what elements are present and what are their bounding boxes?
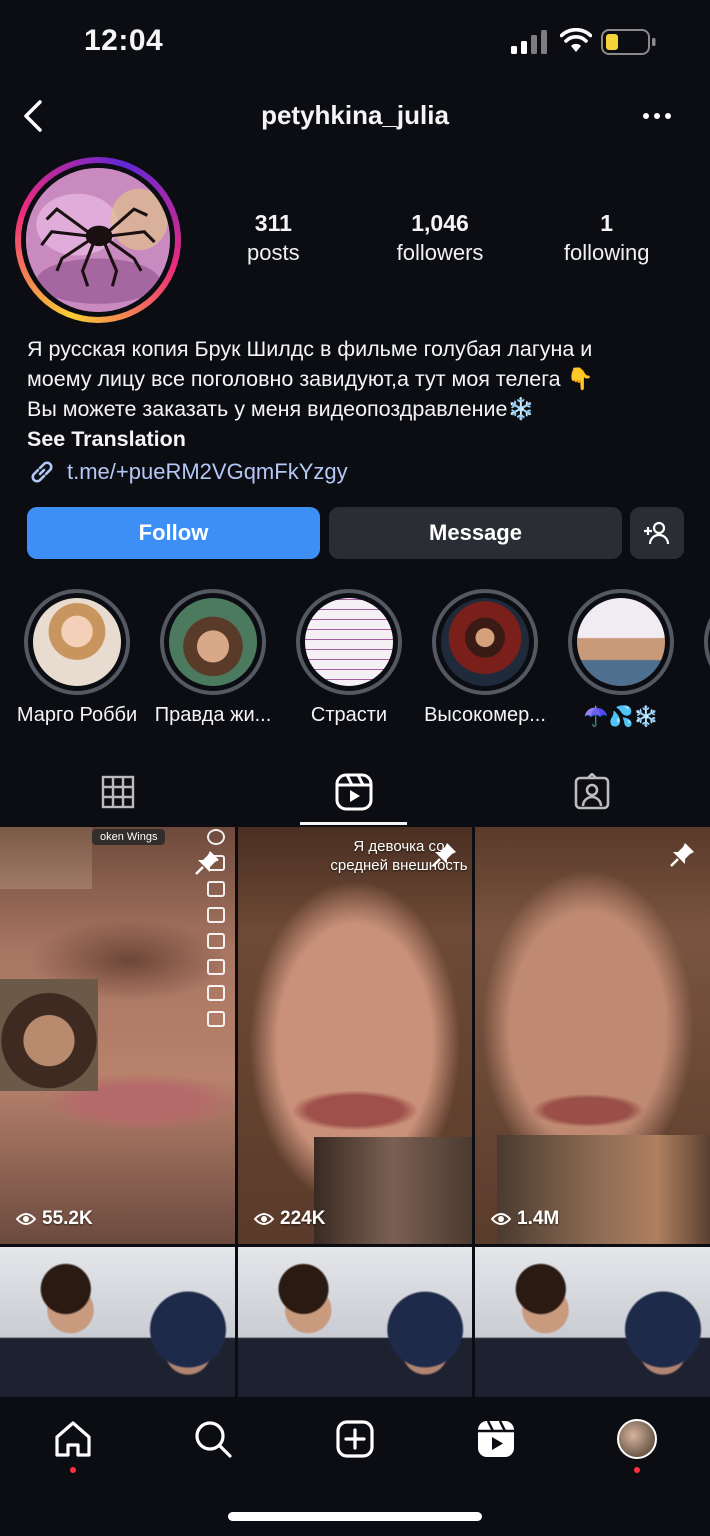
profile-header: petyhkina_julia	[0, 86, 710, 146]
highlight-cover	[33, 598, 121, 686]
eye-icon	[16, 1213, 36, 1225]
inset-photo	[0, 979, 98, 1091]
bio-line: Вы можете заказать у меня видеопоздравле…	[27, 397, 535, 421]
reel-tile[interactable]	[0, 1247, 235, 1397]
stat-posts[interactable]: 311 posts	[190, 208, 357, 278]
wifi-icon	[560, 28, 592, 52]
stat-label: posts	[247, 240, 300, 265]
add-user-icon	[644, 521, 670, 545]
highlight-item[interactable]	[703, 589, 710, 695]
eye-icon	[254, 1213, 274, 1225]
stat-value: 1	[600, 210, 614, 236]
highlight-label: Правда жи...	[154, 704, 272, 726]
reel-tile[interactable]	[238, 1247, 472, 1397]
nav-home[interactable]	[51, 1417, 95, 1461]
nav-search[interactable]	[191, 1417, 235, 1461]
reels-icon	[335, 773, 373, 811]
home-icon	[55, 1421, 91, 1457]
reel-tile[interactable]: 1.4M	[475, 827, 710, 1244]
view-count-text: 55.2K	[42, 1208, 93, 1229]
pinned-icon	[432, 843, 456, 867]
bio-line: Я русская копия Брук Шилдс в фильме голу…	[27, 337, 593, 361]
highlight-cover	[441, 598, 529, 686]
highlight-label: Высокомер...	[424, 704, 546, 726]
reels-icon	[478, 1420, 514, 1457]
notification-dot	[634, 1467, 640, 1473]
battery-icon	[601, 29, 656, 55]
status-bar: 12:04	[0, 0, 710, 86]
highlight-label: Марго Робби	[16, 704, 138, 726]
tab-tagged[interactable]	[474, 758, 710, 826]
home-indicator	[228, 1512, 482, 1521]
bio-line: моему лицу все поголовно завидуют,а тут …	[27, 367, 594, 391]
profile-bio: Я русская копия Брук Шилдс в фильме голу…	[27, 334, 697, 454]
tab-reels[interactable]	[236, 758, 472, 826]
avatar	[26, 168, 170, 312]
view-count: 224K	[254, 1208, 325, 1230]
reel-thumbnail	[238, 1247, 472, 1397]
view-count-text: 1.4M	[517, 1208, 560, 1229]
highlight-item[interactable]: ☂️💦❄️	[567, 589, 675, 729]
highlight-cover	[305, 598, 393, 686]
nav-reels[interactable]	[474, 1417, 518, 1461]
view-count: 55.2K	[16, 1208, 93, 1230]
profile-link[interactable]: t.me/+pueRM2VGqmFkYzgy	[27, 456, 348, 488]
view-count: 1.4M	[491, 1208, 559, 1230]
stat-label: following	[563, 240, 650, 265]
profile-username: petyhkina_julia	[261, 100, 449, 130]
stat-label: followers	[396, 240, 484, 265]
tagged-user-icon	[574, 773, 610, 810]
highlight-item[interactable]: Правда жи...	[155, 589, 271, 727]
profile-tabs	[0, 758, 710, 826]
inset-photo	[0, 827, 92, 889]
suggested-users-button[interactable]	[630, 507, 684, 559]
highlight-cover	[577, 598, 665, 686]
highlight-item[interactable]: Страсти	[295, 589, 403, 727]
nav-profile[interactable]	[615, 1417, 659, 1461]
view-count-text: 224K	[280, 1208, 326, 1229]
follow-button[interactable]: Follow	[27, 507, 320, 559]
message-button[interactable]: Message	[329, 507, 622, 559]
more-options-icon[interactable]	[640, 104, 674, 128]
highlight-label: Страсти	[310, 704, 388, 726]
profile-stats: 311 posts 1,046 followers 1 following	[190, 208, 690, 278]
highlight-item[interactable]: Марго Робби	[17, 589, 137, 727]
reel-tile[interactable]: oken Wings 55.2K	[0, 827, 235, 1244]
highlight-label: ☂️💦❄️	[583, 706, 659, 728]
story-highlights: Марго Робби Правда жи... Страсти Высоком…	[0, 589, 710, 729]
grid-icon	[101, 775, 135, 809]
stat-value: 311	[254, 210, 292, 236]
pinned-icon	[195, 851, 219, 875]
stat-following[interactable]: 1 following	[523, 208, 690, 278]
eye-icon	[491, 1213, 511, 1225]
link-icon	[31, 461, 53, 483]
see-translation-link[interactable]: See Translation	[27, 424, 697, 454]
bottom-navigation	[0, 1397, 710, 1536]
pinned-icon	[670, 843, 694, 867]
reel-tile[interactable]	[475, 1247, 710, 1397]
reel-thumbnail	[0, 1247, 235, 1397]
cellular-signal-icon	[511, 30, 547, 54]
reels-grid: oken Wings 55.2K Я девочка со средней вн…	[0, 827, 710, 1427]
highlight-cover	[169, 598, 257, 686]
highlight-item[interactable]: Высокомер...	[424, 589, 546, 727]
profile-link-text: t.me/+pueRM2VGqmFkYzgy	[67, 459, 348, 484]
notification-dot	[70, 1467, 76, 1473]
profile-avatar-story-ring[interactable]	[15, 157, 181, 323]
stat-followers[interactable]: 1,046 followers	[357, 208, 524, 278]
inset-photo	[314, 1137, 472, 1244]
spider-image	[26, 168, 170, 312]
reel-tile[interactable]: Я девочка со средней внешность 224K	[238, 827, 472, 1244]
song-chip: oken Wings	[92, 829, 166, 845]
nav-create[interactable]	[333, 1417, 377, 1461]
status-time: 12:04	[84, 24, 164, 57]
reel-thumbnail	[475, 1247, 710, 1397]
active-tab-indicator	[300, 822, 407, 825]
add-post-icon	[336, 1420, 374, 1458]
search-icon	[195, 1421, 232, 1458]
profile-avatar-icon	[617, 1419, 657, 1459]
tab-posts-grid[interactable]	[0, 758, 236, 826]
stat-value: 1,046	[411, 210, 469, 236]
